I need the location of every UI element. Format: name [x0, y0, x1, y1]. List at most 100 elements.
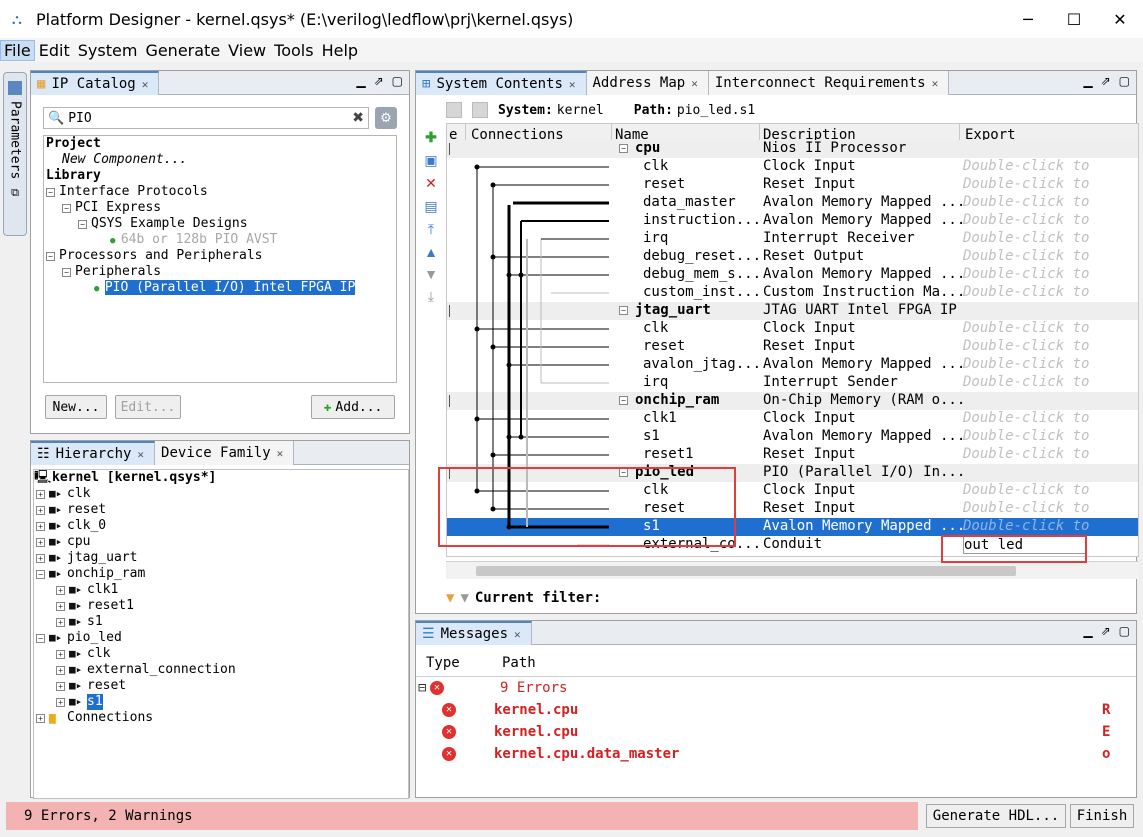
collapse-icon[interactable]: − [619, 396, 628, 405]
maximize-panel-icon[interactable]: ▢ [392, 74, 403, 88]
expand-icon[interactable]: + [56, 697, 65, 707]
hierarchy-root[interactable]: 🖳 kernel [kernel.qsys*] [34, 470, 408, 486]
tab-hierarchy[interactable]: ☷ Hierarchy ✕ [31, 441, 156, 465]
move-up-icon[interactable]: ▲ [424, 244, 438, 260]
ip-tree-item[interactable]: Library [44, 168, 396, 184]
filter-icon[interactable]: ▼ [446, 590, 454, 606]
float-panel-icon[interactable]: ⇗ [1101, 624, 1111, 638]
expand-icon[interactable]: + [36, 537, 45, 547]
move-bottom-icon[interactable]: ⤓ [428, 288, 434, 305]
float-panel-icon[interactable]: ⇗ [1101, 74, 1111, 88]
expand-icon[interactable]: + [36, 553, 45, 563]
close-tab-icon[interactable]: ✕ [691, 77, 698, 90]
nav-top-button[interactable] [472, 102, 488, 118]
close-tab-icon[interactable]: ✕ [137, 448, 144, 461]
collapse-icon[interactable]: − [62, 268, 71, 277]
new-button[interactable]: New... [45, 395, 107, 419]
hierarchy-item[interactable]: − ■▸ pio_led [34, 630, 408, 646]
row-export[interactable]: Double-click to [963, 446, 1089, 462]
row-export[interactable]: Double-click to [963, 374, 1089, 390]
ip-search-input[interactable]: 🔍 PIO ✖ [43, 107, 369, 129]
ip-tree-item[interactable]: Project [44, 136, 396, 152]
connection-dot[interactable] [490, 254, 496, 260]
menu-tools[interactable]: Tools [270, 41, 317, 60]
expand-icon[interactable]: + [36, 505, 45, 515]
close-tab-icon[interactable]: ✕ [142, 78, 149, 91]
hierarchy-item[interactable]: + ■▸ external_connection [34, 662, 408, 678]
tab-device-family[interactable]: Device Family ✕ [155, 441, 295, 465]
parameters-side-tab[interactable]: Parameters ⧉ [3, 72, 27, 236]
hierarchy-item[interactable]: + ■▸ jtag_uart [34, 550, 408, 566]
expand-icon[interactable]: + [36, 489, 45, 499]
row-export[interactable]: Double-click to [963, 266, 1089, 282]
connection-dot[interactable] [506, 362, 512, 368]
ip-tree-item[interactable]: ● 64b or 128b PIO AVST [44, 232, 396, 248]
message-summary-row[interactable]: ⊟ ✕ 9 Errors [416, 677, 1136, 699]
expand-icon[interactable]: + [56, 585, 65, 595]
hierarchy-item[interactable]: + ■▸ cpu [34, 534, 408, 550]
row-export[interactable]: Double-click to [963, 320, 1089, 336]
float-panel-icon[interactable]: ⇗ [374, 74, 384, 88]
ip-tree-item[interactable]: − Processors and Peripherals [44, 248, 396, 264]
connection-dot[interactable] [490, 182, 496, 188]
collapse-icon[interactable]: − [78, 220, 87, 229]
ip-tree-item[interactable]: − QSYS Example Designs [44, 216, 396, 232]
menu-view[interactable]: View [224, 41, 270, 60]
close-button[interactable]: ✕ [1097, 0, 1143, 38]
minimize-button[interactable]: ─ [1005, 0, 1051, 38]
tab-messages[interactable]: ☰ Messages ✕ [416, 621, 532, 645]
row-export[interactable]: Double-click to [963, 230, 1089, 246]
row-export[interactable]: Double-click to [963, 338, 1089, 354]
row-export[interactable]: Double-click to [963, 518, 1089, 534]
edit-button[interactable]: Edit... [115, 395, 181, 419]
hierarchy-item[interactable]: + ■▸ s1 [34, 614, 408, 630]
collapse-icon[interactable]: − [46, 188, 55, 197]
hierarchy-item[interactable]: + ■▸ s1 [34, 694, 408, 710]
expand-icon[interactable]: + [36, 713, 45, 723]
remove-icon[interactable]: ✕ [425, 175, 437, 192]
expand-icon[interactable]: + [56, 681, 65, 691]
row-export[interactable]: Double-click to [963, 410, 1089, 426]
hierarchy-item[interactable]: + ■▸ clk_0 [34, 518, 408, 534]
connection-dot[interactable] [518, 434, 524, 440]
minimize-panel-icon[interactable]: ▁ [356, 74, 365, 88]
ip-tree-item[interactable]: − Interface Protocols [44, 184, 396, 200]
connection-dot[interactable] [490, 452, 496, 458]
hierarchy-item[interactable]: + ■▸ reset [34, 502, 408, 518]
expand-icon[interactable]: + [36, 521, 45, 531]
collapse-icon[interactable]: ⊟ [416, 680, 430, 696]
hierarchy-item[interactable]: + ▆ Connections [34, 710, 408, 726]
horizontal-scrollbar[interactable] [446, 561, 1139, 579]
message-row[interactable]: ✕ kernel.cpu.data_master o [416, 743, 1136, 765]
menu-help[interactable]: Help [318, 41, 362, 60]
connection-dot[interactable] [506, 272, 512, 278]
row-export[interactable]: Double-click to [963, 356, 1089, 372]
collapse-icon[interactable]: − [619, 144, 628, 153]
connection-dot[interactable] [506, 434, 512, 440]
row-export[interactable]: Double-click to [963, 176, 1089, 192]
move-down-icon[interactable]: ▼ [424, 266, 438, 282]
message-row[interactable]: ✕ kernel.cpu E [416, 721, 1136, 743]
menu-file[interactable]: File [0, 39, 35, 61]
expand-icon[interactable]: + [56, 601, 65, 611]
connection-dot[interactable] [474, 326, 480, 332]
close-tab-icon[interactable]: ✕ [569, 78, 576, 91]
catalog-settings-button[interactable]: ⚙ [375, 107, 397, 129]
row-export[interactable]: Double-click to [963, 212, 1089, 228]
move-top-icon[interactable]: ⤒ [428, 221, 434, 238]
menu-system[interactable]: System [74, 41, 142, 60]
connection-dot[interactable] [490, 344, 496, 350]
clear-search-icon[interactable]: ✖ [352, 109, 364, 126]
expand-icon[interactable]: + [56, 665, 65, 675]
row-export[interactable]: Double-click to [963, 482, 1089, 498]
col-path[interactable]: Path [492, 655, 536, 671]
connection-dot[interactable] [474, 164, 480, 170]
ip-tree-item[interactable]: New Component... [44, 152, 396, 168]
expand-icon[interactable]: + [56, 617, 65, 627]
collapse-icon[interactable]: − [62, 204, 71, 213]
maximize-button[interactable]: ☐ [1051, 0, 1097, 38]
expand-icon[interactable]: + [56, 649, 65, 659]
horizontal-scrollbar-thumb[interactable] [476, 566, 1016, 576]
filter-clear-icon[interactable]: ▼ [460, 590, 468, 606]
hierarchy-item[interactable]: + ■▸ clk [34, 646, 408, 662]
